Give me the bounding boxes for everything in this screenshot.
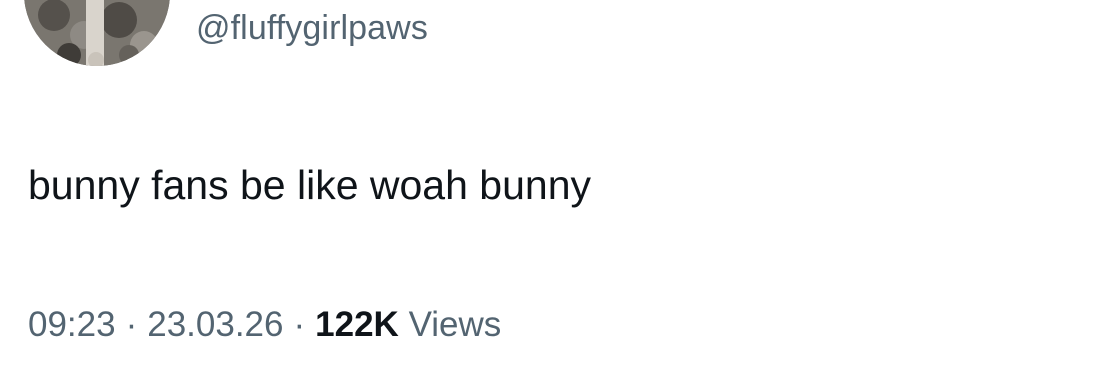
avatar-image [24, 0, 170, 66]
meta-separator: · [125, 305, 138, 344]
tweet-date[interactable]: 23.03.26 [147, 305, 283, 344]
tweet-time[interactable]: 09:23 [28, 305, 116, 344]
user-handle[interactable]: @fluffygirlpaws [196, 6, 428, 50]
tweet-meta: 09:23 · 23.03.26 · 122K Views [28, 302, 501, 348]
meta-separator: · [293, 305, 306, 344]
tweet-text: bunny fans be like woah bunny [28, 162, 592, 208]
views-label[interactable]: Views [409, 305, 502, 344]
views-count[interactable]: 122K [315, 305, 399, 344]
avatar[interactable] [24, 0, 170, 66]
